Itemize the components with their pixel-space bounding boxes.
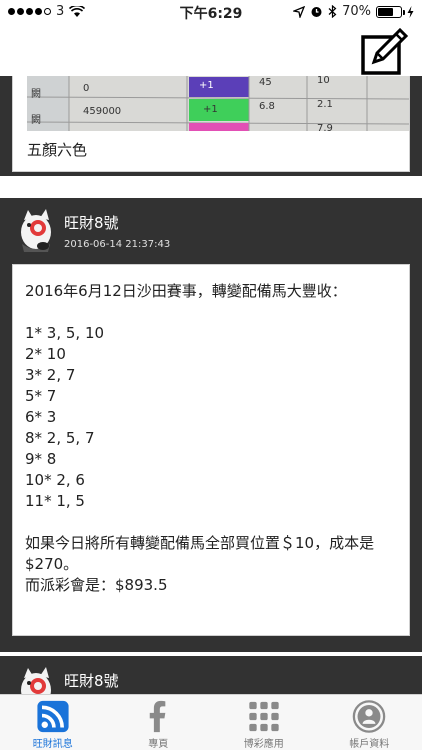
post: 旺財8號 <box>0 656 422 694</box>
facebook-icon <box>150 700 166 733</box>
tab-apps[interactable]: 博彩應用 <box>211 695 317 750</box>
status-bar: 3 下午6:29 70% <box>0 0 422 24</box>
grid-apps-icon <box>249 701 279 732</box>
post-photo[interactable]: 闕 闕 0 459000 +1 +1 45 10 6.8 2.1 7.9 <box>27 76 409 131</box>
tab-page[interactable]: 專頁 <box>106 695 212 750</box>
photo-value: 45 <box>259 77 272 88</box>
bluetooth-icon <box>328 5 337 18</box>
tab-news[interactable]: 旺財訊息 <box>0 695 106 750</box>
feed-list[interactable]: 闕 闕 0 459000 +1 +1 45 10 6.8 2.1 7.9 五顏六… <box>0 76 422 694</box>
post-header[interactable]: 旺財8號 2016-06-14 21:37:43 <box>0 198 422 262</box>
tab-bar: 旺財訊息 專頁 博彩應用 帳戶資料 <box>0 694 422 750</box>
photo-value: +1 <box>203 104 218 115</box>
post-header[interactable]: 旺財8號 <box>0 656 422 694</box>
username: 旺財8號 <box>64 672 119 690</box>
tab-account[interactable]: 帳戶資料 <box>317 695 422 750</box>
charging-bolt-icon <box>407 5 414 18</box>
compose-icon[interactable] <box>360 28 410 76</box>
post: 闕 闕 0 459000 +1 +1 45 10 6.8 2.1 7.9 五顏六… <box>0 76 422 176</box>
tab-label: 專頁 <box>148 739 169 750</box>
photo-value: +1 <box>199 80 214 91</box>
alarm-icon <box>311 7 322 17</box>
photo-value: 7.9 <box>317 123 333 131</box>
avatar[interactable] <box>16 206 56 254</box>
wifi-feed-icon <box>37 700 69 733</box>
tab-label: 旺財訊息 <box>32 739 73 750</box>
post-timestamp: 2016-06-14 21:37:43 <box>64 239 171 250</box>
status-right: 70% <box>293 4 414 19</box>
feed-separator <box>0 176 422 198</box>
post: 旺財8號 2016-06-14 21:37:43 2016年6月12日沙田賽事，… <box>0 198 422 652</box>
battery-percent: 70% <box>342 4 371 19</box>
avatar[interactable] <box>16 664 56 694</box>
post-body: 2016年6月12日沙田賽事，轉變配備馬大豐收： 1* 3, 5, 10 2* … <box>25 282 375 594</box>
tab-label: 帳戶資料 <box>349 739 390 750</box>
post-caption: 五顏六色 <box>27 141 88 159</box>
account-icon <box>352 700 386 733</box>
photo-value: 459000 <box>83 106 122 117</box>
username: 旺財8號 <box>64 214 119 232</box>
post-card[interactable]: 闕 闕 0 459000 +1 +1 45 10 6.8 2.1 7.9 五顏六… <box>12 76 410 172</box>
photo-value: 10 <box>317 76 330 86</box>
photo-value: 2.1 <box>317 99 333 110</box>
nav-header <box>0 24 422 76</box>
photo-value: 0 <box>83 83 90 94</box>
battery-icon <box>376 5 405 18</box>
tab-label: 博彩應用 <box>243 739 284 750</box>
photo-value: 6.8 <box>259 101 275 112</box>
location-arrow-icon <box>293 5 306 18</box>
post-card[interactable]: 2016年6月12日沙田賽事，轉變配備馬大豐收： 1* 3, 5, 10 2* … <box>12 264 410 636</box>
